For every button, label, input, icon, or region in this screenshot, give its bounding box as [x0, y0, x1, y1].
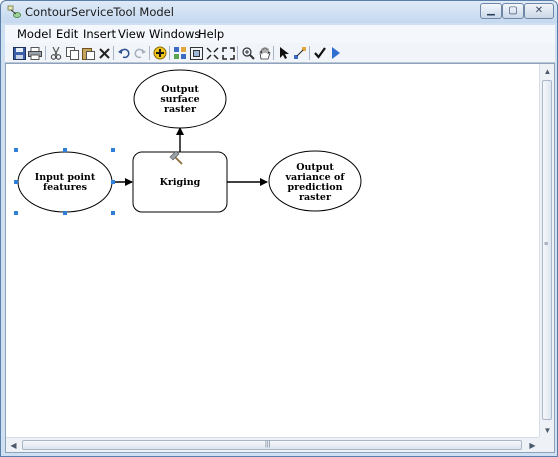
horizontal-scrollbar[interactable]: ◀ ||| ▶: [6, 437, 540, 452]
cut-icon[interactable]: [48, 45, 64, 61]
node-variance-label-line4: raster: [299, 192, 332, 203]
toolbar-separator: [113, 46, 114, 60]
selection-handle[interactable]: [63, 148, 67, 152]
connect-icon[interactable]: [292, 45, 308, 61]
print-icon[interactable]: [27, 45, 43, 61]
paste-icon[interactable]: [80, 45, 96, 61]
zoom-in-icon[interactable]: [240, 45, 256, 61]
scroll-left-arrow-icon[interactable]: ◀: [6, 438, 21, 453]
horizontal-grip-icon: |||: [265, 441, 271, 448]
title-bar[interactable]: ContourServiceTool Model ▁ ▢ ✕: [1, 1, 557, 23]
fixed-zoom-out-icon[interactable]: [220, 45, 236, 61]
model-diagram: Input point features Kriging Output surf…: [14, 69, 362, 215]
validate-icon[interactable]: [312, 45, 328, 61]
add-data-icon[interactable]: [152, 45, 168, 61]
selection-handle[interactable]: [14, 180, 18, 184]
selection-handle[interactable]: [63, 211, 67, 215]
pan-icon[interactable]: [256, 45, 272, 61]
maximize-button[interactable]: ▢: [502, 3, 524, 19]
horizontal-scroll-thumb[interactable]: |||: [22, 440, 522, 450]
menu-view[interactable]: View: [118, 27, 145, 41]
toolbar-separator: [273, 46, 274, 60]
toolbar-separator: [149, 46, 150, 60]
menu-bar: Model Edit Insert View Windows Help: [5, 25, 555, 43]
selection-handle[interactable]: [111, 211, 115, 215]
menu-edit[interactable]: Edit: [56, 27, 78, 41]
delete-icon[interactable]: [96, 45, 112, 61]
full-extent-icon[interactable]: [188, 45, 204, 61]
minimize-icon: ▁: [487, 5, 495, 16]
redo-icon[interactable]: [132, 45, 148, 61]
toolbar-separator: [45, 46, 46, 60]
save-icon[interactable]: [11, 45, 27, 61]
vertical-grip-icon: ≡: [544, 241, 549, 248]
selection-handle[interactable]: [14, 211, 18, 215]
menu-model[interactable]: Model: [17, 27, 52, 41]
minimize-button[interactable]: ▁: [480, 3, 502, 19]
node-surface-label-line3: raster: [164, 104, 197, 115]
node-kriging-label: Kriging: [160, 177, 201, 188]
model-window: ContourServiceTool Model ▁ ▢ ✕ Model Edi…: [0, 0, 558, 457]
node-output-surface-raster[interactable]: Output surface raster: [133, 69, 227, 129]
scroll-right-arrow-icon[interactable]: ▶: [525, 438, 540, 453]
selection-handle[interactable]: [111, 180, 115, 184]
close-icon: ✕: [534, 5, 544, 16]
selection-handle[interactable]: [14, 148, 18, 152]
run-icon[interactable]: [328, 45, 344, 61]
toolbar-separator: [237, 46, 238, 60]
toolbar: [5, 43, 555, 63]
node-input-label-line2: features: [43, 182, 87, 193]
menu-insert[interactable]: Insert: [83, 27, 116, 41]
node-input-point-features[interactable]: Input point features: [17, 151, 113, 213]
vertical-scroll-thumb[interactable]: ≡: [542, 80, 552, 420]
close-button[interactable]: ✕: [524, 3, 554, 19]
model-canvas-frame: Input point features Kriging Output surf…: [5, 63, 555, 453]
auto-layout-icon[interactable]: [172, 45, 188, 61]
menu-help[interactable]: Help: [198, 27, 224, 41]
model-canvas[interactable]: Input point features Kriging Output surf…: [6, 64, 540, 438]
toolbar-separator: [169, 46, 170, 60]
selection-handle[interactable]: [111, 148, 115, 152]
menu-windows[interactable]: Windows: [149, 27, 200, 41]
scroll-up-arrow-icon[interactable]: ▲: [540, 64, 555, 79]
window-title: ContourServiceTool Model: [25, 5, 174, 19]
undo-icon[interactable]: [116, 45, 132, 61]
scroll-down-arrow-icon[interactable]: ▼: [540, 423, 555, 438]
vertical-scrollbar[interactable]: ▲ ≡ ▼: [539, 64, 554, 438]
scrollbar-corner: [539, 437, 554, 452]
node-output-variance-raster[interactable]: Output variance of prediction raster: [268, 150, 362, 212]
model-app-icon: [7, 5, 21, 18]
select-icon[interactable]: [276, 45, 292, 61]
fixed-zoom-in-icon[interactable]: [204, 45, 220, 61]
maximize-icon: ▢: [508, 5, 518, 16]
toolbar-separator: [309, 46, 310, 60]
copy-icon[interactable]: [64, 45, 80, 61]
